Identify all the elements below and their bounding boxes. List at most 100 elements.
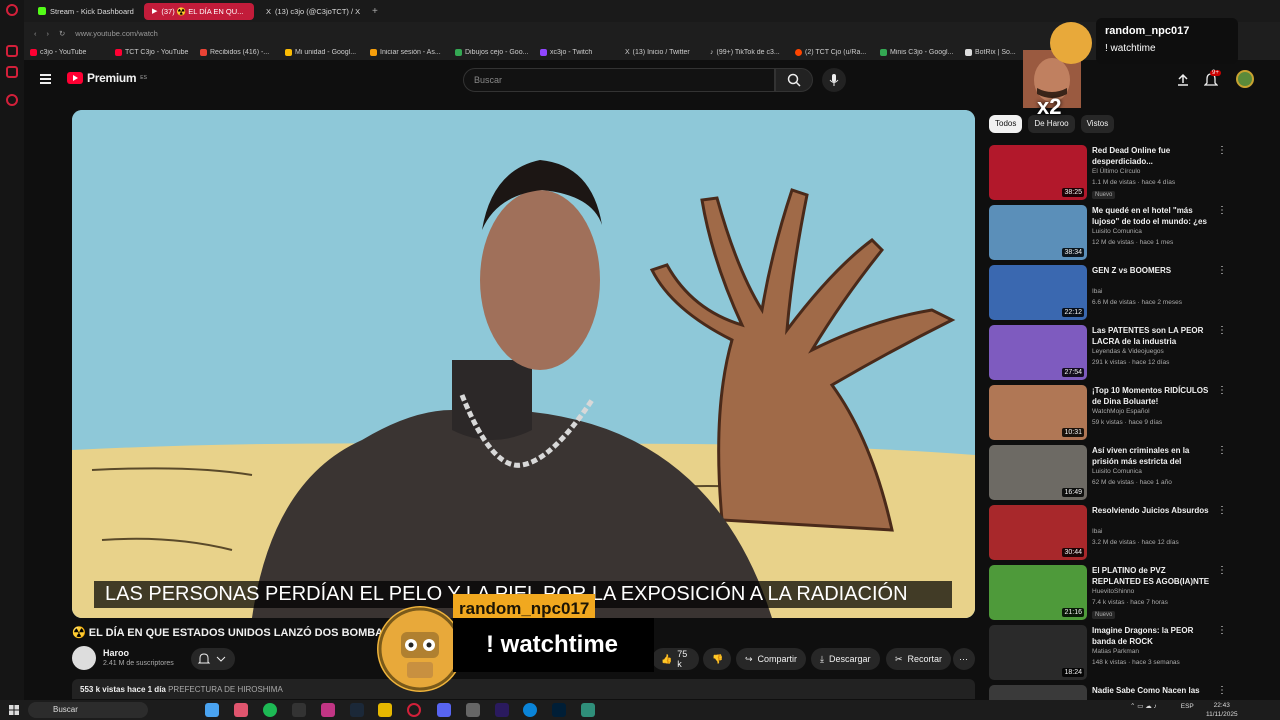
- photoshop-icon[interactable]: [552, 703, 566, 717]
- channel-name[interactable]: Haroo: [103, 648, 129, 658]
- recommendation-title[interactable]: Nadie Sabe Como Nacen las: [1092, 685, 1210, 696]
- epic-games-icon[interactable]: [292, 703, 306, 717]
- more-options-icon[interactable]: ⋮: [1217, 685, 1227, 696]
- video-thumbnail[interactable]: 27:54: [989, 325, 1087, 380]
- recommendation-item[interactable]: 22:12 GEN Z vs BOOMERS Ibai 6.6 M de vistas…: [989, 265, 1229, 321]
- bookmark[interactable]: TCT C3jo - YouTube: [115, 48, 200, 56]
- more-options-icon[interactable]: ⋮: [1217, 565, 1227, 576]
- edge-icon[interactable]: [523, 703, 537, 717]
- upload-icon[interactable]: [1176, 73, 1190, 87]
- dislike-button[interactable]: 👎: [703, 648, 731, 670]
- recommendation-channel[interactable]: Ibai: [1092, 288, 1102, 295]
- recommendation-channel[interactable]: HuevitoShinno: [1092, 588, 1134, 595]
- steam-icon[interactable]: [350, 703, 364, 717]
- video-thumbnail[interactable]: 18:24: [989, 625, 1087, 680]
- system-tray[interactable]: ⌃ ▭ ☁ ♪ ESP: [1130, 702, 1194, 710]
- bookmark[interactable]: ♪ (99+) TikTok de c3...: [710, 49, 795, 56]
- clock[interactable]: 22:43 11/11/2025: [1206, 701, 1238, 719]
- bookmark[interactable]: (2) TCT Cjo (u/Ra...: [795, 48, 880, 56]
- recommendation-item[interactable]: 30:44 Resolviendo Juicios Absurdos Ibai 3.2…: [989, 505, 1229, 561]
- more-options-icon[interactable]: ⋮: [1217, 445, 1227, 456]
- opera-icon[interactable]: [407, 703, 421, 717]
- opera-logo-icon[interactable]: [6, 4, 18, 16]
- recommendation-channel[interactable]: Luisito Comunica: [1092, 468, 1142, 475]
- video-player[interactable]: [72, 110, 975, 618]
- reload-icon[interactable]: ↻: [59, 29, 65, 38]
- more-actions-button[interactable]: ⋯: [953, 648, 975, 670]
- hamburger-menu-icon[interactable]: [40, 74, 51, 84]
- premiere-icon[interactable]: [495, 703, 509, 717]
- recommendation-item[interactable]: 10:31 ¡Top 10 Momentos RIDÍCULOS de Dina …: [989, 385, 1229, 441]
- more-options-icon[interactable]: ⋮: [1217, 505, 1227, 516]
- recommendation-item[interactable]: 16:49 Así viven criminales en la prisión …: [989, 445, 1229, 501]
- taskbar-app-icon[interactable]: [581, 703, 595, 717]
- channel-avatar[interactable]: [72, 646, 96, 670]
- file-explorer-icon[interactable]: [378, 703, 392, 717]
- bookmark[interactable]: Minis C3jo - Googl...: [880, 48, 965, 56]
- taskbar-app-icon[interactable]: [234, 703, 248, 717]
- recommendation-channel[interactable]: Leyendas & Videojuegos: [1092, 348, 1164, 355]
- windows-start-icon[interactable]: [9, 705, 19, 715]
- recommendation-title[interactable]: Las PATENTES son LA PEOR LACRA de la ind…: [1092, 325, 1210, 347]
- recommendation-title[interactable]: Red Dead Online fue desperdiciado...: [1092, 145, 1210, 167]
- video-thumbnail[interactable]: 10:31: [989, 385, 1087, 440]
- youtube-logo[interactable]: Premium ES: [67, 71, 147, 85]
- discord-icon[interactable]: [437, 703, 451, 717]
- recommendation-item[interactable]: 21:16 El PLATINO de PVZ REPLANTED ES AGOB…: [989, 565, 1229, 621]
- bookmark[interactable]: Mi unidad - Googl...: [285, 48, 370, 56]
- download-button[interactable]: ⤓ Descargar: [811, 648, 880, 670]
- clip-button[interactable]: ✂ Recortar: [886, 648, 952, 670]
- recommendation-title[interactable]: ¡Top 10 Momentos RIDÍCULOS de Dina Bolua…: [1092, 385, 1210, 407]
- more-options-icon[interactable]: ⋮: [1217, 325, 1227, 336]
- description-box[interactable]: 553 k vistas hace 1 día PREFECTURA DE HI…: [72, 679, 975, 699]
- bookmark[interactable]: Dibujos cejo - Goo...: [455, 48, 540, 56]
- recommendation-channel[interactable]: Matias Parkman: [1092, 648, 1139, 655]
- recommendation-title[interactable]: GEN Z vs BOOMERS: [1092, 265, 1210, 276]
- chip-all[interactable]: Todos: [989, 115, 1023, 133]
- recommendation-item[interactable]: 38:34 Me quedé en el hotel "más lujoso" d…: [989, 205, 1229, 261]
- instagram-icon[interactable]: [321, 703, 335, 717]
- recommendation-item[interactable]: 18:24 Imagine Dragons: la PEOR banda de R…: [989, 625, 1229, 681]
- video-thumbnail[interactable]: 21:16: [989, 565, 1087, 620]
- sidebar-icon[interactable]: [6, 45, 18, 57]
- video-thumbnail[interactable]: 38:34: [989, 205, 1087, 260]
- user-avatar[interactable]: [1236, 70, 1254, 88]
- more-options-icon[interactable]: ⋮: [1217, 385, 1227, 396]
- recommendation-title[interactable]: Imagine Dragons: la PEOR banda de ROCK: [1092, 625, 1210, 647]
- location-tag[interactable]: PREFECTURA DE HIROSHIMA: [168, 685, 283, 694]
- bookmark[interactable]: Iniciar sesión - As...: [370, 48, 455, 56]
- taskbar-app-icon[interactable]: [205, 703, 219, 717]
- video-thumbnail[interactable]: 30:44: [989, 505, 1087, 560]
- recommendation-channel[interactable]: WatchMojo Español: [1092, 408, 1150, 415]
- search-button[interactable]: [775, 68, 813, 92]
- more-options-icon[interactable]: ⋮: [1217, 205, 1227, 216]
- more-options-icon[interactable]: ⋮: [1217, 625, 1227, 636]
- more-options-icon[interactable]: ⋮: [1217, 265, 1227, 276]
- recommendation-title[interactable]: El PLATINO de PVZ REPLANTED ES AGOB(IA)N…: [1092, 565, 1210, 587]
- taskbar-search[interactable]: Buscar: [28, 702, 148, 718]
- recommendation-title[interactable]: Resolviendo Juicios Absurdos: [1092, 505, 1210, 516]
- search-input[interactable]: Buscar: [463, 68, 775, 92]
- forward-icon[interactable]: ›: [47, 29, 50, 38]
- bookmark[interactable]: c3jo - YouTube: [30, 48, 115, 56]
- new-tab-button[interactable]: +: [372, 6, 378, 17]
- tab-active[interactable]: ▶ (37) ☢️ EL DÍA EN QU...: [144, 2, 254, 20]
- like-button[interactable]: 👍 75 k: [652, 648, 699, 670]
- spotify-icon[interactable]: [263, 703, 277, 717]
- tab[interactable]: Stream - Kick Dashboard: [30, 3, 140, 20]
- taskbar-app-icon[interactable]: [466, 703, 480, 717]
- sidebar-icon[interactable]: [6, 94, 18, 106]
- bookmark[interactable]: X (13) Inicio / Twitter: [625, 49, 710, 56]
- video-thumbnail[interactable]: 22:12: [989, 265, 1087, 320]
- back-icon[interactable]: ‹: [34, 29, 37, 38]
- bookmark[interactable]: xc3jo - Twitch: [540, 48, 625, 56]
- chip-watched[interactable]: Vistos: [1080, 115, 1115, 133]
- recommendation-item[interactable]: 27:54 Las PATENTES son LA PEOR LACRA de l…: [989, 325, 1229, 381]
- recommendation-title[interactable]: Me quedé en el hotel "más lujoso" de tod…: [1092, 205, 1210, 227]
- voice-search-button[interactable]: [822, 68, 846, 92]
- language-indicator[interactable]: ESP: [1181, 703, 1194, 710]
- recommendation-channel[interactable]: El Último Círculo: [1092, 168, 1140, 175]
- tab[interactable]: X (13) c3jo (@C3joTCT) / X: [258, 3, 368, 20]
- share-button[interactable]: ↪ Compartir: [736, 648, 807, 670]
- video-thumbnail[interactable]: 16:49: [989, 445, 1087, 500]
